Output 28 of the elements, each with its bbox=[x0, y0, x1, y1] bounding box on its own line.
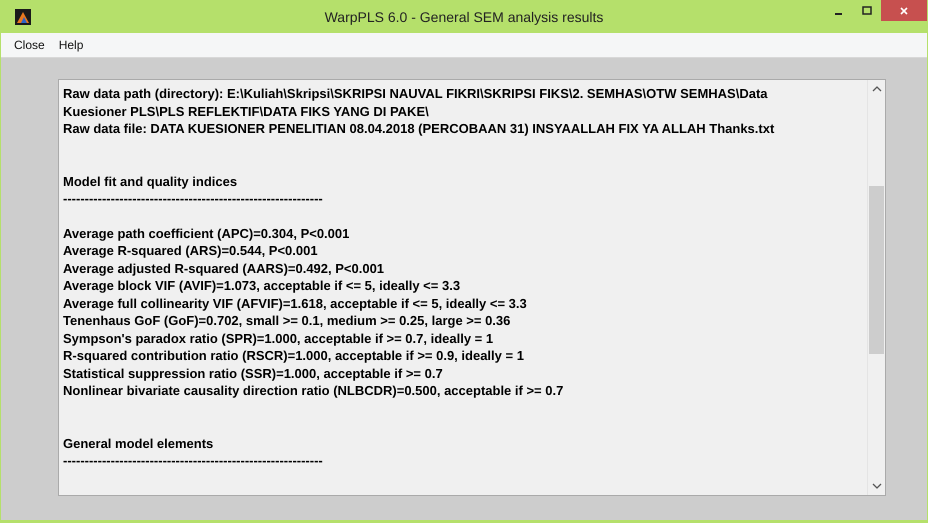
result-line: Average full collinearity VIF (AFVIF)=1.618, acceptable if <= 5, ideally <= 3.3 bbox=[63, 294, 528, 312]
result-line: R-squared contribution ratio (RSCR)=1.000, acceptable if >= 0.9, ideally = 1 bbox=[63, 347, 525, 364]
result-line: Average R-squared (ARS)=0.544, P<0.001 bbox=[63, 242, 319, 260]
section-heading: Model fit and quality indices bbox=[63, 172, 238, 190]
scroll-thumb[interactable] bbox=[869, 186, 884, 354]
close-icon[interactable] bbox=[899, 6, 909, 16]
result-line: Sympson's paradox ratio (SPR)=1.000, acceptable if >= 0.7, ideally = 1 bbox=[63, 330, 494, 347]
window-title: WarpPLS 6.0 - General SEM analysis results bbox=[324, 9, 604, 25]
result-line: Average adjusted R-squared (AARS)=0.492, P<0.001 bbox=[63, 260, 386, 277]
result-line: Kuesioner PLS\PLS REFLEKTIF\DATA FIKS YANG DI PAKE\ bbox=[63, 102, 430, 120]
section-heading: General model elements bbox=[63, 434, 214, 452]
app-icon bbox=[15, 8, 31, 24]
scrollbar[interactable] bbox=[867, 80, 885, 495]
result-line: Raw data path (directory): E:\Kuliah\Skripsi\SKRIPSI NAUVAL FIKRI\SKRIPSI FIKS\2. SEMHAS\OTW SEMHAS\Data bbox=[63, 85, 769, 102]
maximize-icon[interactable] bbox=[862, 6, 872, 16]
result-line: Average path coefficient (APC)=0.304, P<0.001 bbox=[63, 224, 350, 242]
result-line: Statistical suppression ratio (SSR)=1.000, acceptable if >= 0.7 bbox=[63, 364, 444, 382]
result-line: Nonlinear bivariate causality direction ratio (NLBCDR)=0.500, acceptable if >= 0.7 bbox=[63, 382, 564, 400]
close-button[interactable] bbox=[881, 0, 927, 21]
scroll-down-icon[interactable] bbox=[872, 482, 882, 490]
menu-item[interactable]: Help bbox=[58, 38, 84, 52]
dashed-rule: ------------------------------------------------------------ bbox=[63, 190, 324, 207]
result-line: Tenenhaus GoF (GoF)=0.702, small >= 0.1, medium >= 0.25, large >= 0.36 bbox=[63, 312, 512, 330]
dashed-rule: ------------------------------------------------------------ bbox=[63, 452, 324, 469]
result-line: Raw data file: DATA KUESIONER PENELITIAN 08.04.2018 (PERCOBAAN 31) INSYAALLAH FIX YA ALLAH Thanks.txt bbox=[63, 120, 776, 138]
scroll-up-icon[interactable] bbox=[872, 85, 882, 93]
result-line: Average block VIF (AVIF)=1.073, acceptable if <= 5, ideally <= 3.3 bbox=[63, 277, 462, 294]
menu-item[interactable]: Close bbox=[14, 38, 45, 52]
